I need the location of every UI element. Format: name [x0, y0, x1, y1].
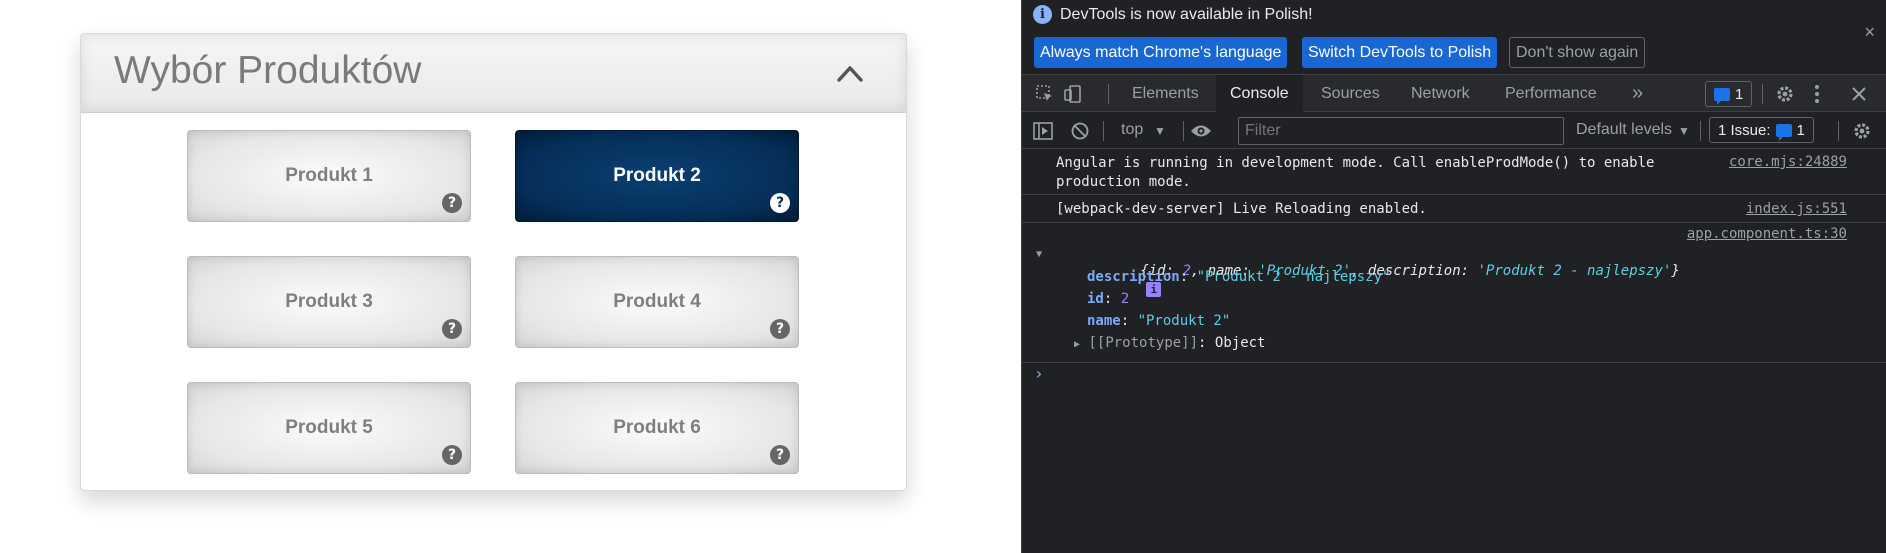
always-match-language-button[interactable]: Always match Chrome's language [1034, 37, 1288, 68]
product-label: Produkt 4 [613, 291, 701, 312]
panel-header[interactable]: Wybór Produktów [81, 34, 906, 113]
chevron-up-icon[interactable] [836, 59, 864, 87]
settings-gear-icon[interactable] [1774, 83, 1796, 105]
log-levels-dropdown[interactable]: Default levels [1576, 121, 1672, 139]
object-property: description: "Produkt 2 - najlepszy" [1087, 269, 1391, 285]
console-message-text: [webpack-dev-server] Live Reloading enab… [1056, 201, 1427, 217]
help-icon[interactable]: ? [442, 319, 462, 339]
levels-dropdown-icon[interactable]: ▼ [1678, 124, 1690, 138]
app-viewport: Wybór Produktów Produkt 1 ? Produkt 2 ? … [0, 0, 1021, 553]
tab-elements[interactable]: Elements [1118, 75, 1213, 112]
console-message-text: Angular is running in development mode. … [1056, 155, 1655, 190]
context-dropdown-icon[interactable]: ▼ [1154, 124, 1166, 138]
message-icon [1714, 87, 1730, 105]
issues-button[interactable]: 1 Issue: 1 [1709, 117, 1814, 143]
tab-performance[interactable]: Performance [1491, 75, 1611, 112]
inspect-element-icon[interactable] [1034, 83, 1056, 105]
product-label: Produkt 2 [613, 165, 701, 186]
switch-to-polish-button[interactable]: Switch DevTools to Polish [1302, 37, 1498, 68]
console-filter-input[interactable] [1238, 117, 1564, 145]
console-message: [webpack-dev-server] Live Reloading enab… [1022, 195, 1886, 223]
expand-triangle-icon[interactable]: ▼ [1036, 249, 1042, 260]
close-devtools-icon[interactable] [1848, 83, 1870, 105]
help-icon[interactable]: ? [442, 445, 462, 465]
object-property: name: "Produkt 2" [1087, 313, 1231, 329]
banner-message: DevTools is now available in Polish! [1060, 5, 1313, 23]
clear-console-icon[interactable] [1069, 120, 1091, 142]
help-icon[interactable]: ? [770, 319, 790, 339]
console-message: Angular is running in development mode. … [1022, 150, 1886, 195]
product-label: Produkt 3 [285, 291, 373, 312]
product-label: Produkt 1 [285, 165, 373, 186]
issues-count: 1 [1796, 121, 1805, 139]
console-settings-gear-icon[interactable] [1851, 120, 1873, 142]
source-link[interactable]: core.mjs:24889 [1729, 154, 1847, 170]
console-toolbar: top ▼ Default levels ▼ 1 Issue: 1 [1022, 113, 1886, 149]
product-tile-2[interactable]: Produkt 2 ? [515, 130, 799, 222]
live-expression-eye-icon[interactable] [1190, 120, 1212, 142]
sidebar-toggle-icon[interactable] [1032, 120, 1054, 142]
console-object-log: app.component.ts:30 ▼ {id: 2, name: 'Prod… [1022, 223, 1886, 363]
product-label: Produkt 5 [285, 417, 373, 438]
tab-console[interactable]: Console [1216, 75, 1303, 112]
info-icon: i [1033, 5, 1052, 24]
product-label: Produkt 6 [613, 417, 701, 438]
product-tile-1[interactable]: Produkt 1 ? [187, 130, 471, 222]
more-tabs-icon[interactable]: » [1618, 75, 1657, 112]
help-icon[interactable]: ? [442, 193, 462, 213]
help-icon[interactable]: ? [770, 193, 790, 213]
panel-title: Wybór Produktów [114, 49, 422, 92]
dont-show-again-button[interactable]: Don't show again [1509, 37, 1646, 68]
issue-message-icon [1775, 123, 1792, 141]
product-tile-4[interactable]: Produkt 4 ? [515, 256, 799, 348]
console-prompt[interactable]: › [1034, 364, 1044, 383]
product-tile-3[interactable]: Produkt 3 ? [187, 256, 471, 348]
product-tile-5[interactable]: Produkt 5 ? [187, 382, 471, 474]
source-link[interactable]: app.component.ts:30 [1687, 226, 1847, 242]
device-toolbar-icon[interactable] [1062, 83, 1084, 105]
console-output: Angular is running in development mode. … [1022, 150, 1886, 553]
source-link[interactable]: index.js:551 [1746, 201, 1847, 217]
tab-network[interactable]: Network [1397, 75, 1484, 112]
devtools-panel: i DevTools is now available in Polish! ×… [1021, 0, 1886, 553]
expand-triangle-icon: ▶ [1074, 339, 1081, 350]
tab-sources[interactable]: Sources [1307, 75, 1394, 112]
prototype-row[interactable]: ▶ [[Prototype]]: Object [1074, 335, 1265, 351]
product-tile-6[interactable]: Produkt 6 ? [515, 382, 799, 474]
object-property: id: 2 [1087, 291, 1130, 307]
messages-badge[interactable]: 1 [1705, 81, 1753, 107]
context-selector[interactable]: top [1121, 121, 1143, 139]
issues-label: 1 Issue: [1718, 121, 1771, 139]
help-icon[interactable]: ? [770, 445, 790, 465]
more-options-icon[interactable] [1806, 83, 1828, 105]
message-count: 1 [1735, 85, 1744, 103]
devtools-tabbar: Elements Console Sources Network Perform… [1022, 74, 1886, 112]
close-icon[interactable]: × [1864, 22, 1875, 43]
language-banner: i DevTools is now available in Polish! ×… [1022, 0, 1886, 74]
